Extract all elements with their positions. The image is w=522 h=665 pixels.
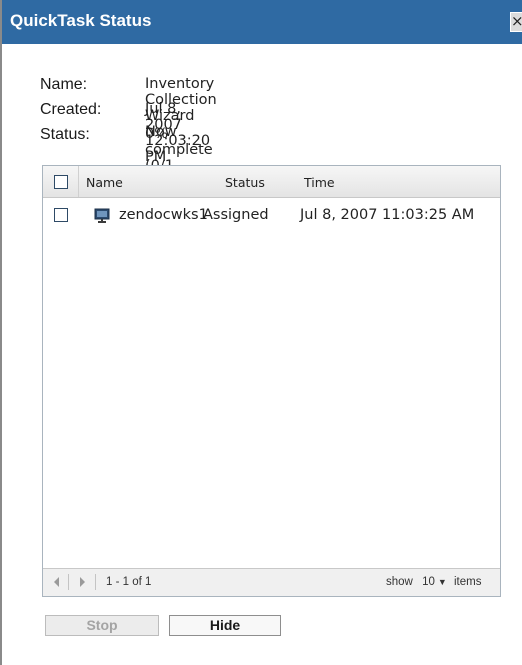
page-size-select[interactable]: 10 ▼ (422, 576, 454, 588)
column-divider (78, 166, 79, 197)
column-header-name[interactable]: Name (86, 175, 123, 190)
quicktask-status-dialog: QuickTask Status × Name: Inventory Colle… (0, 0, 522, 665)
dialog-title: QuickTask Status (10, 11, 152, 30)
device-status-grid: Name Status Time zendocwks1 Assigned Jul… (42, 165, 501, 597)
dialog-titlebar[interactable]: QuickTask Status × (2, 0, 522, 44)
pager-separator (68, 574, 69, 590)
show-label: show (386, 576, 413, 588)
created-label: Created: (40, 101, 102, 118)
items-label: items (453, 576, 482, 588)
page-size-value: 10 (422, 576, 435, 588)
table-row[interactable]: zendocwks1 Assigned Jul 8, 2007 11:03:25… (43, 198, 500, 232)
next-page-button[interactable] (77, 576, 87, 588)
device-time: Jul 8, 2007 11:03:25 AM (300, 207, 475, 223)
page-size-control: show 10 ▼ items (386, 576, 481, 588)
status-label: Status: (40, 126, 90, 143)
row-checkbox[interactable] (54, 208, 68, 222)
pager-range-text: 1 - 1 of 1 (106, 576, 152, 588)
close-icon: × (511, 13, 522, 30)
column-header-status[interactable]: Status (225, 175, 265, 190)
column-header-time[interactable]: Time (304, 175, 335, 190)
caret-down-icon: ▼ (437, 577, 447, 587)
previous-page-button[interactable] (52, 576, 62, 588)
close-button[interactable]: × (510, 12, 522, 32)
hide-button[interactable]: Hide (169, 615, 281, 636)
device-name-link[interactable]: zendocwks1 (119, 207, 208, 223)
chevron-left-icon (54, 577, 59, 587)
stop-button[interactable]: Stop (45, 615, 159, 636)
select-all-checkbox[interactable] (54, 175, 68, 189)
grid-header: Name Status Time (43, 166, 500, 198)
name-label: Name: (40, 76, 88, 93)
device-status: Assigned (203, 207, 269, 223)
chevron-right-icon (80, 577, 85, 587)
pager-separator (95, 574, 96, 590)
grid-pager: 1 - 1 of 1 show 10 ▼ items (43, 568, 500, 596)
workstation-icon (94, 208, 110, 224)
